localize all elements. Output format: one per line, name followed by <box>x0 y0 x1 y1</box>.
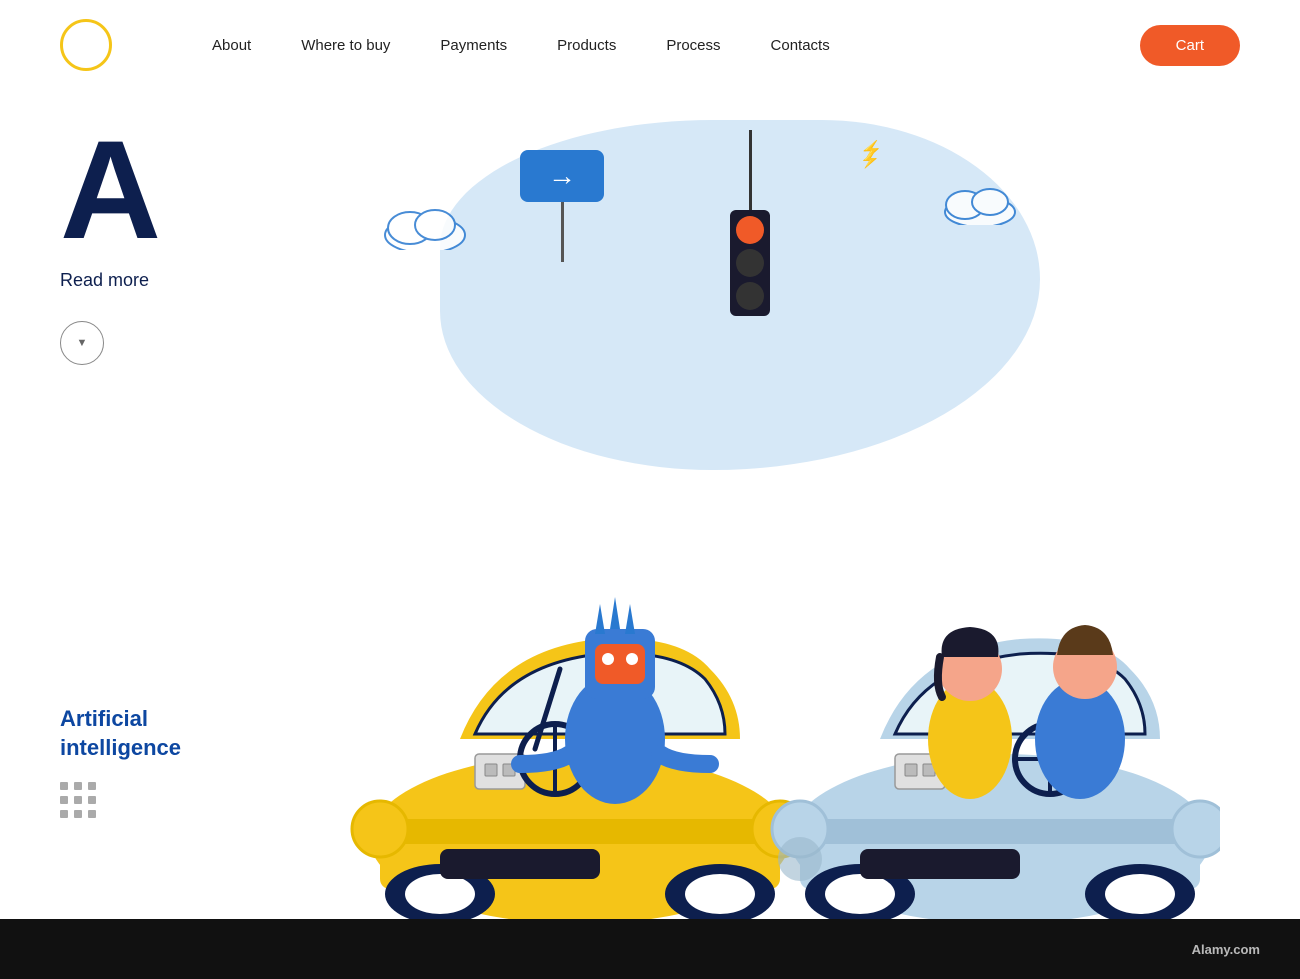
cloud-left <box>380 200 470 255</box>
nav-item-process[interactable]: Process <box>666 37 720 54</box>
left-sidebar: A Read more Artificial intelligence <box>0 90 260 919</box>
ai-title: Artificial intelligence <box>60 705 200 762</box>
nav-item-products[interactable]: Products <box>557 37 616 54</box>
illustration-area: → ⚡ ⚡ 14 <box>260 90 1300 919</box>
cloud-right <box>940 180 1020 230</box>
main-content: A Read more Artificial intelligence <box>0 90 1300 919</box>
scroll-down-button[interactable] <box>60 321 104 365</box>
bottom-bar: Alamy.com <box>0 919 1300 979</box>
nav-item-where-to-buy[interactable]: Where to buy <box>301 37 390 54</box>
dots-decoration <box>60 782 200 818</box>
nav-item-contacts[interactable]: Contacts <box>771 37 830 54</box>
nav-item-about[interactable]: About <box>212 37 251 54</box>
main-nav: About Where to buy Payments Products Pro… <box>212 37 1140 54</box>
big-letter: A <box>60 120 200 260</box>
cart-button[interactable]: Cart <box>1140 25 1240 66</box>
traffic-directional-sign: → <box>520 150 604 262</box>
cars-illustration <box>320 319 1220 919</box>
traffic-light-yellow <box>736 249 764 277</box>
traffic-light-red <box>736 216 764 244</box>
traffic-light <box>730 130 770 316</box>
nav-item-payments[interactable]: Payments <box>440 37 507 54</box>
logo <box>60 19 112 71</box>
watermark-text: Alamy.com <box>1192 942 1260 957</box>
read-more-label: Read more <box>60 270 200 291</box>
traffic-light-green <box>736 282 764 310</box>
